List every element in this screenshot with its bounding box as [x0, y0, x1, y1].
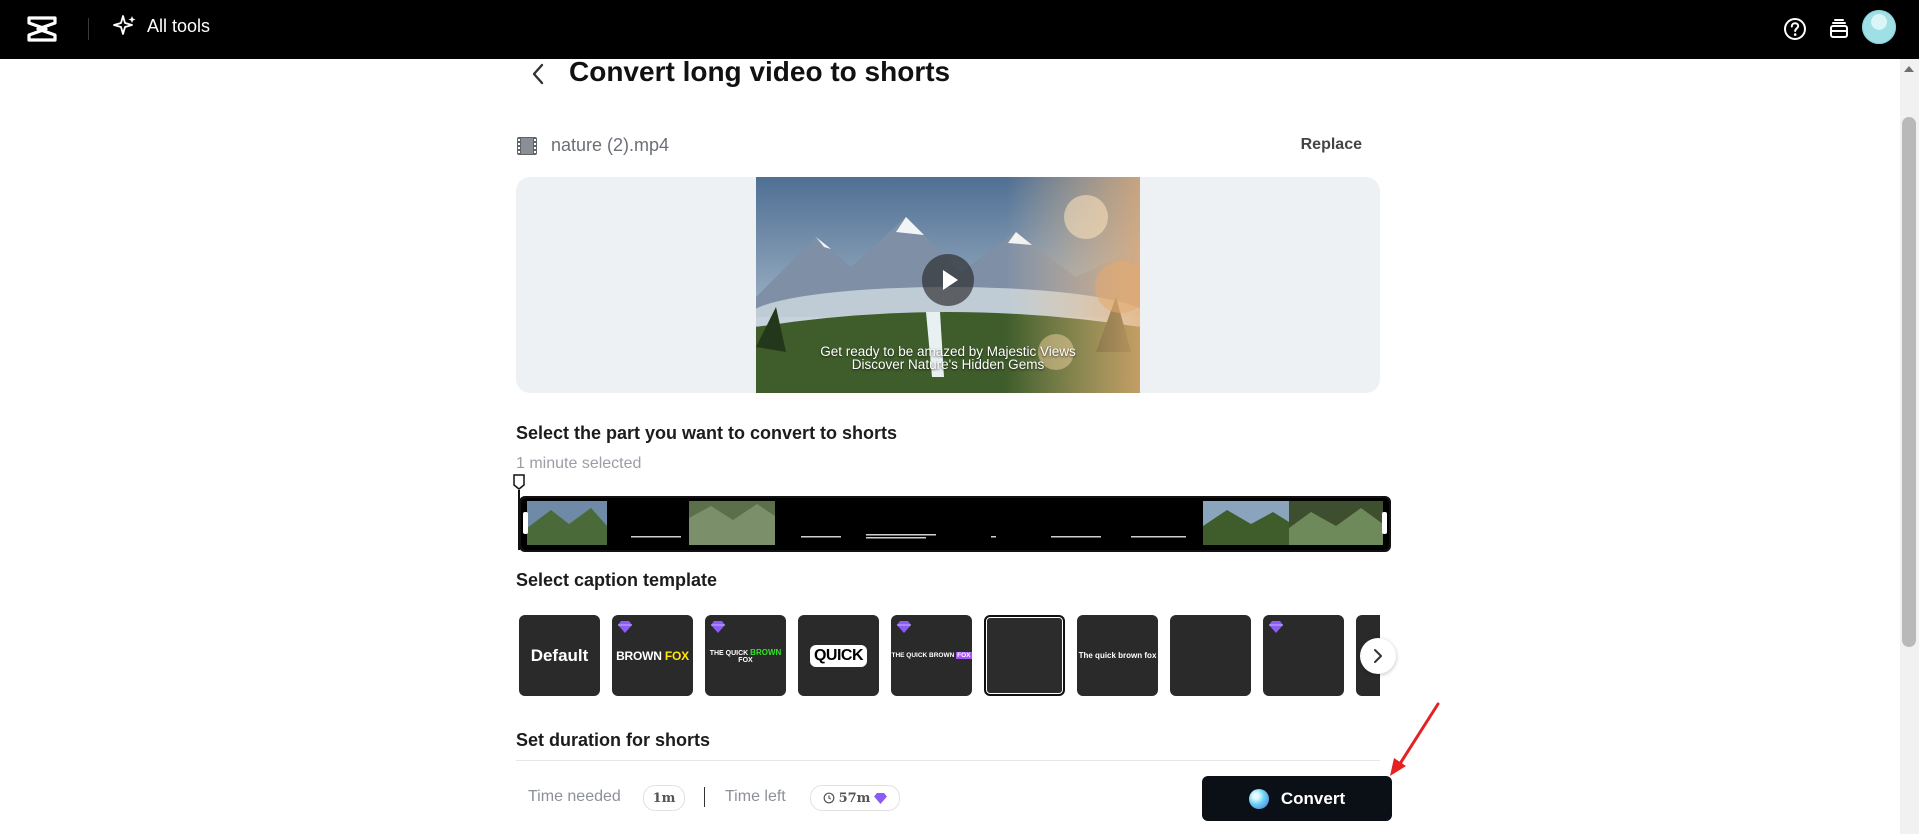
gem-icon — [618, 621, 632, 633]
bottom-action-bar: Time needed 1m Time left 57m Convert — [516, 776, 1396, 822]
clock-icon — [823, 792, 834, 804]
template-selected-blank[interactable] — [984, 615, 1065, 696]
template-premium-blank[interactable] — [1263, 615, 1344, 696]
template-quick[interactable]: QUICK — [798, 615, 879, 696]
file-row: nature (2).mp4 Replace — [516, 133, 1362, 159]
gem-icon — [1269, 621, 1283, 633]
file-name: nature (2).mp4 — [551, 135, 670, 155]
scrollbar-thumb[interactable] — [1902, 117, 1916, 647]
template-label: THE QUICK BROWN FOX — [709, 647, 782, 664]
playhead-handle[interactable] — [513, 474, 525, 490]
templates-next-button[interactable] — [1360, 638, 1396, 674]
avatar[interactable] — [1862, 10, 1896, 44]
timeline-thumbnails — [521, 498, 1389, 550]
select-part-heading: Select the part you want to convert to s… — [516, 423, 898, 443]
play-icon[interactable] — [922, 254, 974, 306]
chevron-right-icon — [1374, 649, 1382, 663]
time-needed-value: 1m — [652, 790, 676, 806]
template-quick-brown-fox-plain[interactable]: The quick brown fox — [1077, 615, 1158, 696]
duration-heading: Set duration for shorts — [516, 730, 711, 750]
template-label: Default — [530, 645, 589, 665]
time-needed-label: Time needed — [528, 788, 621, 805]
help-icon[interactable] — [1782, 16, 1808, 42]
selected-duration-text: 1 minute selected — [516, 455, 642, 472]
template-label: The quick brown fox — [1078, 651, 1157, 660]
timeline-end-handle[interactable] — [1382, 512, 1387, 534]
template-blank[interactable] — [1170, 615, 1251, 696]
caption-template-list: Default BROWN FOX THE QUICK BROWN FOX QU… — [516, 614, 1380, 698]
section-divider — [516, 760, 1380, 761]
template-label: BROWN FOX — [616, 648, 689, 663]
template-default[interactable]: Default — [519, 615, 600, 696]
gem-icon — [711, 621, 725, 633]
gem-icon — [897, 621, 911, 633]
video-preview-area: Get ready to be amazed by Majestic Views… — [516, 177, 1380, 393]
time-left-badge[interactable]: 57m — [810, 785, 900, 811]
timeline-start-handle[interactable] — [523, 512, 528, 534]
annotation-arrow-icon — [1390, 702, 1440, 776]
back-chevron-icon[interactable] — [527, 61, 549, 87]
convert-button[interactable]: Convert — [1202, 776, 1392, 821]
top-bar: All tools — [0, 0, 1919, 59]
scroll-up-icon[interactable] — [1903, 64, 1915, 74]
template-label: QUICK — [809, 644, 868, 667]
convert-orb-icon — [1248, 788, 1269, 809]
template-quick-brown-fox-green[interactable]: THE QUICK BROWN FOX — [705, 615, 786, 696]
topbar-divider — [88, 18, 89, 40]
video-caption-line-2: Discover Nature's Hidden Gems — [851, 357, 1045, 372]
layers-icon[interactable] — [1826, 16, 1852, 42]
gem-icon — [874, 792, 888, 804]
time-left-label: Time left — [725, 788, 786, 805]
video-timeline[interactable] — [519, 496, 1391, 552]
template-quick-brown-fox-purple[interactable]: THE QUICK BROWN FOX — [891, 615, 972, 696]
replace-button[interactable]: Replace — [1301, 136, 1362, 154]
footer-separator — [704, 787, 705, 807]
convert-label: Convert — [1280, 788, 1346, 808]
all-tools-button[interactable]: All tools — [113, 14, 210, 38]
video-player[interactable]: Get ready to be amazed by Majestic Views… — [756, 177, 1140, 393]
film-icon — [517, 137, 537, 155]
all-tools-label: All tools — [147, 15, 211, 36]
capcut-logo-icon[interactable] — [26, 14, 58, 44]
template-label: THE QUICK BROWN FOX — [891, 652, 972, 659]
caption-template-heading: Select caption template — [516, 570, 718, 590]
template-brown-fox[interactable]: BROWN FOX — [612, 615, 693, 696]
time-left-value: 57m — [838, 790, 871, 806]
time-needed-badge: 1m — [643, 785, 685, 811]
sparkle-icon — [113, 15, 136, 35]
page-title: Convert long video to shorts — [569, 56, 951, 87]
playhead-line — [518, 490, 520, 550]
